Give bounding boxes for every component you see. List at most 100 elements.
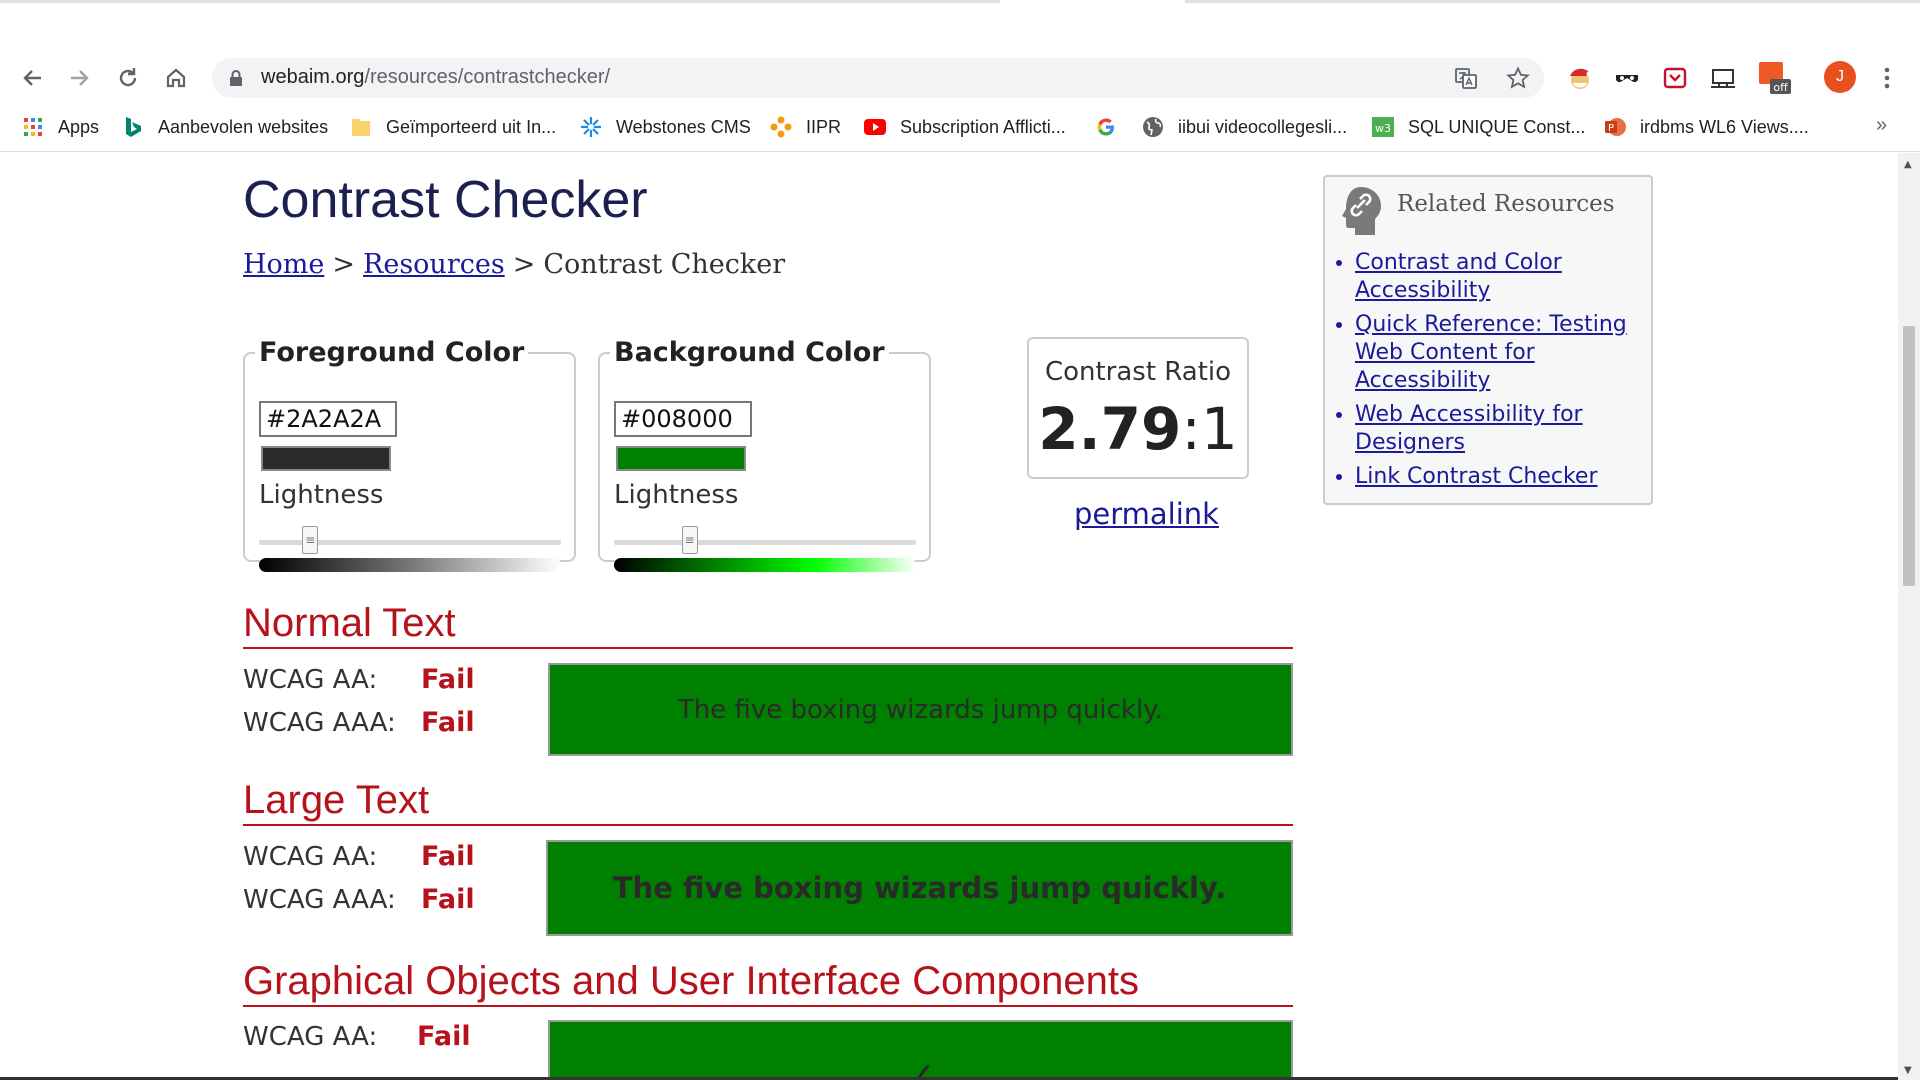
page-scrollbar[interactable]: ▲ ▼ bbox=[1898, 153, 1920, 1080]
normal-text-sample: The five boxing wizards jump quickly. bbox=[548, 663, 1293, 756]
link-head-icon bbox=[1342, 187, 1381, 235]
cast-icon bbox=[1711, 69, 1735, 88]
extension-cast-button[interactable] bbox=[1708, 63, 1738, 93]
scroll-up-arrow-icon[interactable]: ▲ bbox=[1904, 159, 1912, 170]
mask-icon bbox=[1616, 75, 1638, 83]
background-lightness-slider-handle[interactable]: ≡ bbox=[681, 526, 698, 554]
background-lightness-label: Lightness bbox=[614, 480, 739, 510]
powerpoint-icon: P bbox=[1604, 116, 1626, 138]
extension-off-button[interactable]: off bbox=[1758, 61, 1792, 95]
scrollbar-thumb[interactable] bbox=[1903, 326, 1915, 586]
translate-button[interactable] bbox=[1452, 64, 1480, 92]
contrast-ratio-value: 2.79:1 bbox=[1029, 395, 1247, 463]
extension-mask-button[interactable] bbox=[1612, 63, 1642, 93]
bookmark-geimporteerd[interactable]: Geïmporteerd uit In... bbox=[350, 114, 556, 140]
bookmarks-bar: Apps Aanbevolen websites Geïmporteerd ui… bbox=[0, 102, 1920, 152]
large-aa-result: Fail bbox=[421, 841, 475, 872]
tab-strip bbox=[0, 0, 1920, 53]
permalink-link[interactable]: permalink bbox=[1074, 497, 1219, 531]
bookmark-label: Webstones CMS bbox=[616, 116, 751, 137]
extension-santa-button[interactable] bbox=[1565, 63, 1595, 93]
scroll-down-arrow-icon[interactable]: ▼ bbox=[1904, 1065, 1912, 1076]
extension-badge-icon: off bbox=[1759, 62, 1791, 94]
profile-avatar[interactable]: J bbox=[1824, 61, 1856, 93]
back-arrow-icon bbox=[23, 70, 41, 86]
background-hex-input[interactable] bbox=[614, 401, 752, 437]
bookmark-google[interactable] bbox=[1095, 114, 1131, 140]
forward-arrow-icon bbox=[71, 70, 89, 86]
list-item: Quick Reference: Testing Web Content for… bbox=[1355, 311, 1645, 395]
background-lightness-gradient bbox=[614, 558, 916, 572]
normal-aa-result: Fail bbox=[421, 664, 475, 695]
contrast-ratio-suffix: :1 bbox=[1181, 395, 1238, 463]
address-bar[interactable]: webaim.org/resources/contrastchecker/ bbox=[212, 58, 1544, 98]
bookmark-iibui[interactable]: iibui videocollegesli... bbox=[1142, 114, 1347, 140]
browser-menu-button[interactable] bbox=[1872, 63, 1902, 93]
page-content: Contrast Checker Home > Resources > Contrast… bbox=[0, 153, 1898, 1080]
extension-badge-text: off bbox=[1773, 81, 1788, 94]
contrast-ratio-panel: Contrast Ratio 2.79:1 bbox=[1027, 337, 1249, 479]
bookmark-label: Subscription Afflicti... bbox=[900, 116, 1066, 137]
bookmark-apps[interactable]: Apps bbox=[22, 114, 99, 140]
related-link-contrast-color[interactable]: Contrast and Color Accessibility bbox=[1355, 250, 1562, 303]
foreground-legend: Foreground Color bbox=[259, 337, 525, 368]
santa-icon bbox=[1570, 68, 1592, 89]
normal-aaa-result: Fail bbox=[421, 707, 475, 738]
bookmark-label: iibui videocollegesli... bbox=[1178, 116, 1348, 137]
breadcrumb-separator: > bbox=[332, 249, 356, 280]
background-legend: Background Color bbox=[614, 337, 885, 368]
background-color-swatch[interactable] bbox=[616, 446, 746, 471]
foreground-lightness-slider-handle[interactable]: ≡ bbox=[302, 526, 319, 554]
normal-text-heading: Normal Text bbox=[243, 601, 1293, 649]
bookmarks-overflow-button[interactable]: » bbox=[1876, 114, 1887, 137]
bookmark-aanbevolen-websites[interactable]: Aanbevolen websites bbox=[122, 114, 328, 140]
related-resources-heading: Related Resources bbox=[1397, 191, 1615, 217]
apps-grid-icon bbox=[22, 116, 44, 138]
tab-strip-edge bbox=[0, 0, 1000, 3]
back-button[interactable] bbox=[15, 61, 49, 95]
bookmark-iipr[interactable]: IIPR bbox=[770, 114, 841, 140]
breadcrumb-home-link[interactable]: Home bbox=[243, 249, 324, 280]
bookmark-label: IIPR bbox=[806, 116, 842, 137]
related-link-designers[interactable]: Web Accessibility for Designers bbox=[1355, 402, 1583, 455]
bookmark-label: Aanbevolen websites bbox=[158, 116, 329, 137]
foreground-lightness-label: Lightness bbox=[259, 480, 384, 510]
bookmark-webstones-cms[interactable]: Webstones CMS bbox=[580, 114, 751, 140]
foreground-lightness-gradient bbox=[259, 558, 561, 572]
related-link-quick-reference[interactable]: Quick Reference: Testing Web Content for… bbox=[1355, 312, 1627, 393]
list-item: Web Accessibility for Designers bbox=[1355, 401, 1645, 457]
large-aaa-result: Fail bbox=[421, 884, 475, 915]
bookmark-label: SQL UNIQUE Const... bbox=[1408, 116, 1586, 137]
extension-pocket-button[interactable] bbox=[1660, 63, 1690, 93]
iipr-icon bbox=[770, 116, 792, 138]
bookmark-sql-unique[interactable]: w3 SQL UNIQUE Const... bbox=[1372, 114, 1585, 140]
graphical-objects-sample: ✓ bbox=[548, 1020, 1293, 1080]
bookmark-star-button[interactable] bbox=[1504, 64, 1532, 92]
breadcrumb-current: Contrast Checker bbox=[543, 249, 786, 280]
bookmark-subscription[interactable]: Subscription Afflicti... bbox=[864, 114, 1066, 140]
bookmark-label: irdbms WL6 Views.... bbox=[1640, 116, 1809, 137]
bookmark-irdbms[interactable]: P irdbms WL6 Views.... bbox=[1604, 114, 1809, 140]
related-link-link-contrast[interactable]: Link Contrast Checker bbox=[1355, 464, 1598, 489]
related-resources-box: Related Resources Contrast and Color Acc… bbox=[1323, 175, 1653, 505]
background-color-panel: Background Color Lightness ≡ bbox=[598, 337, 931, 572]
forward-button[interactable] bbox=[63, 61, 97, 95]
related-resources-list: Contrast and Color Accessibility Quick R… bbox=[1335, 249, 1645, 497]
large-aa-label: WCAG AA: bbox=[243, 842, 378, 872]
foreground-color-swatch[interactable] bbox=[261, 446, 391, 471]
page-title: Contrast Checker bbox=[243, 171, 648, 229]
bing-icon bbox=[122, 116, 144, 138]
home-button[interactable] bbox=[159, 61, 193, 95]
breadcrumb-resources-link[interactable]: Resources bbox=[363, 249, 505, 280]
folder-icon bbox=[350, 116, 372, 138]
reload-button[interactable] bbox=[111, 61, 145, 95]
background-lightness-track[interactable] bbox=[614, 540, 916, 545]
bookmark-label: Geïmporteerd uit In... bbox=[386, 116, 557, 137]
list-item: Link Contrast Checker bbox=[1355, 463, 1645, 491]
svg-text:w3: w3 bbox=[1375, 122, 1391, 135]
foreground-hex-input[interactable] bbox=[259, 401, 397, 437]
large-aaa-label: WCAG AAA: bbox=[243, 885, 396, 915]
youtube-icon bbox=[864, 116, 886, 138]
list-item: Contrast and Color Accessibility bbox=[1355, 249, 1645, 305]
pocket-icon bbox=[1663, 67, 1687, 89]
